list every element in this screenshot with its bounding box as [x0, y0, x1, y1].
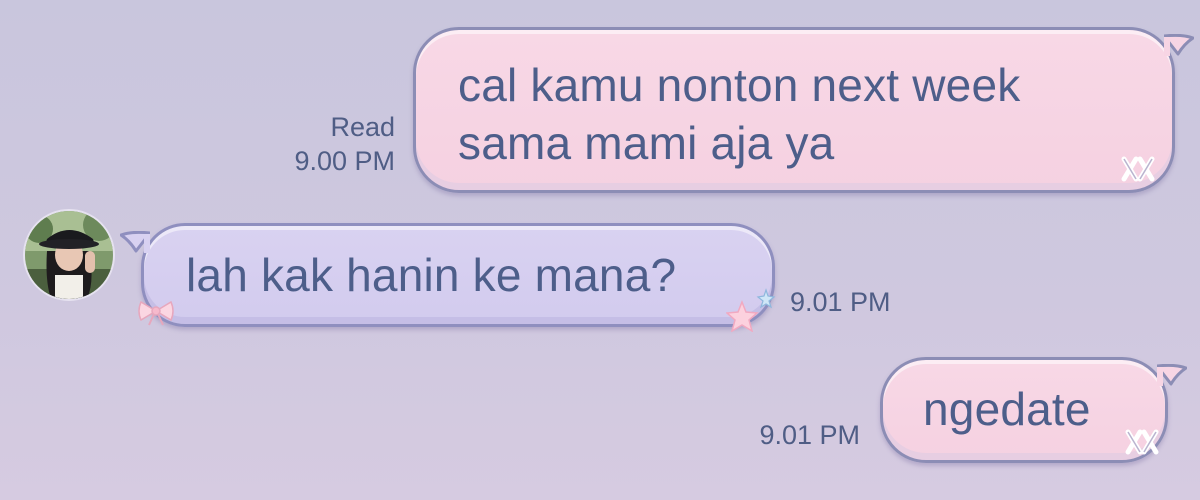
stars-icon	[726, 288, 776, 332]
outgoing-message-bubble[interactable]: cal kamu nonton next week sama mami aja …	[413, 27, 1194, 193]
message-meta: 9.01 PM	[759, 418, 860, 452]
bow-icon	[138, 300, 174, 326]
message-text: cal kamu nonton next week	[458, 59, 1021, 111]
bubble-tail	[120, 231, 150, 253]
message-time: 9.00 PM	[294, 146, 395, 176]
message-meta: Read 9.00 PM	[294, 110, 395, 178]
incoming-message-bubble[interactable]: lah kak hanin ke mana?	[120, 223, 775, 327]
bubble-tail	[1164, 34, 1194, 56]
message-meta: 9.01 PM	[790, 285, 891, 319]
crossed-bones-icon	[1125, 429, 1159, 455]
message-text: ngedate	[923, 383, 1091, 435]
message-time: 9.01 PM	[759, 420, 860, 450]
message-text: sama mami aja ya	[458, 117, 835, 169]
read-receipt: Read	[330, 112, 395, 142]
chat-thread: Read 9.00 PM cal kamu nonton next week s…	[0, 0, 1200, 500]
contact-avatar	[25, 211, 113, 299]
crossed-bones-icon	[1121, 156, 1155, 182]
avatar[interactable]	[23, 209, 115, 301]
bubble-tail	[1157, 364, 1187, 386]
message-text: lah kak hanin ke mana?	[186, 249, 677, 301]
message-time: 9.01 PM	[790, 287, 891, 317]
